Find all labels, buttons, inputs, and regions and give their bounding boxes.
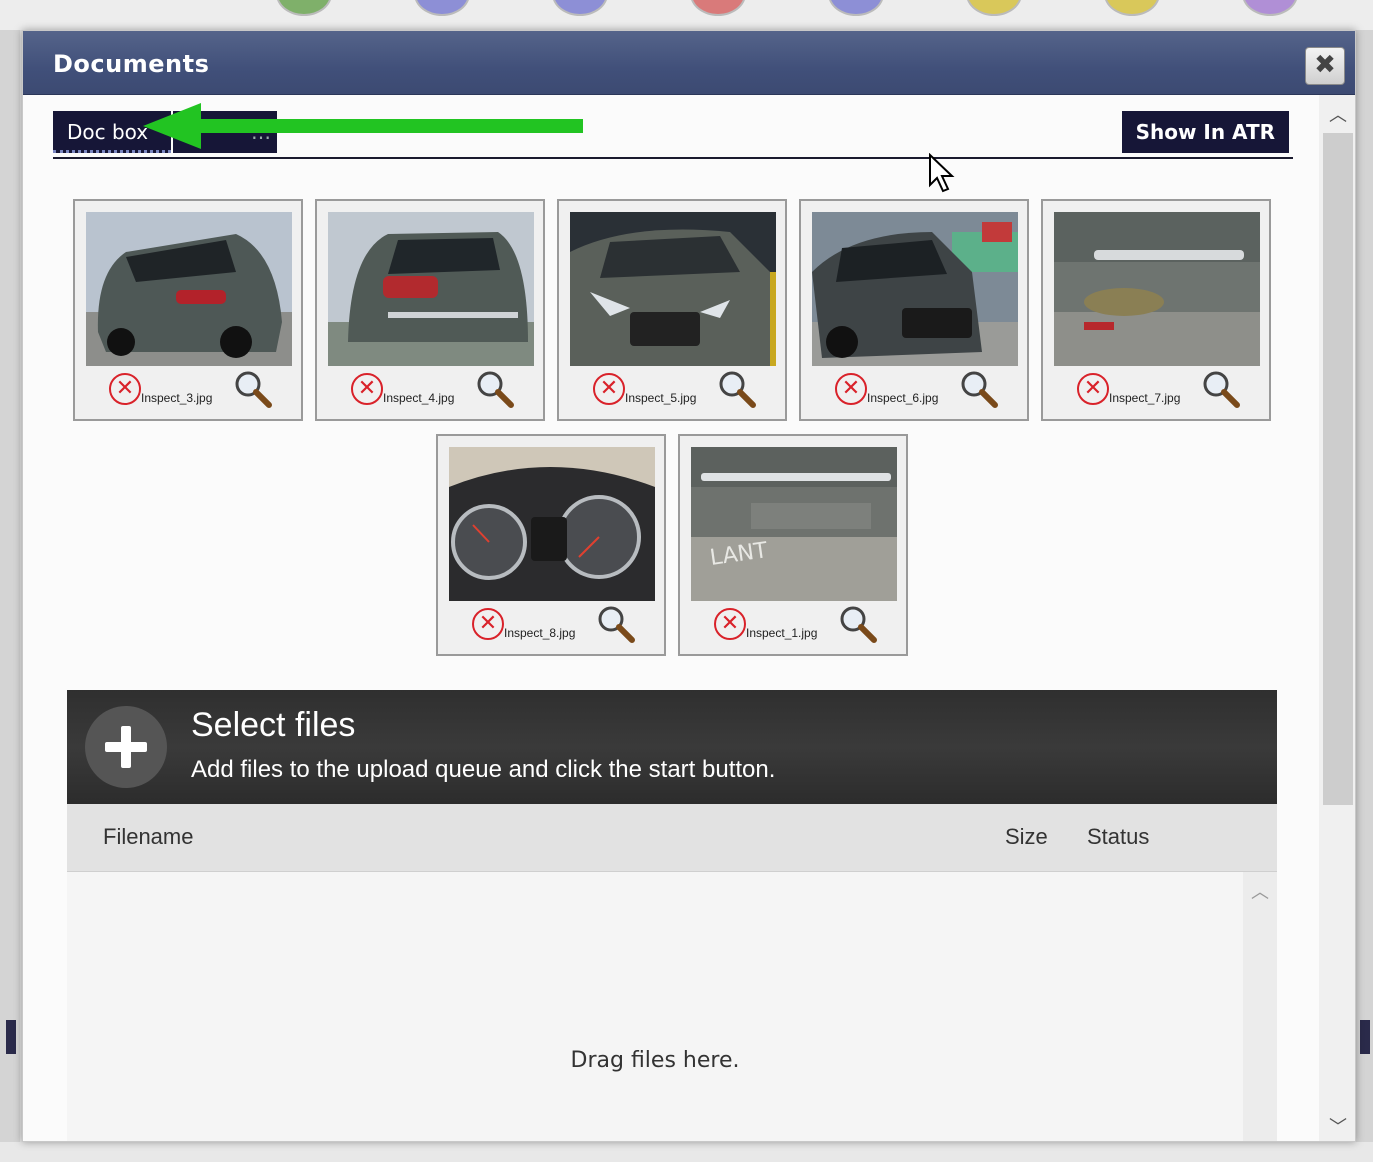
magnifier-icon[interactable] [959,369,999,409]
uploader-title: Select files [191,706,356,744]
delete-icon[interactable]: ✕ [593,373,625,405]
mouse-cursor-icon [929,153,955,193]
background-nav-icon [690,0,746,16]
thumbnail-photo[interactable] [812,212,1018,366]
scrollbar-thumb[interactable] [1323,133,1353,805]
thumbnail-filename: Inspect_6.jpg [867,391,939,405]
thumbnail-card[interactable]: ✕ Inspect_8.jpg [436,434,666,656]
column-status: Status [1087,824,1150,849]
scroll-down-icon[interactable]: ﹀ [1319,1113,1355,1139]
thumbnail-footer: ✕ Inspect_6.jpg [801,369,1027,419]
upload-drop-zone[interactable]: Drag files here. ︿ [67,872,1277,1141]
thumbnail-card[interactable]: ✕ Inspect_3.jpg [73,199,303,421]
magnifier-icon[interactable] [596,604,636,644]
magnifier-icon[interactable] [233,369,273,409]
delete-icon[interactable]: ✕ [109,373,141,405]
scroll-up-icon[interactable]: ︿ [1319,101,1355,127]
thumbnail-filename: Inspect_5.jpg [625,391,697,405]
background-nav-icon [414,0,470,16]
background-nav-icon [1104,0,1160,16]
background-nav-icon [552,0,608,16]
thumbnail-card[interactable]: ✕ Inspect_7.jpg [1041,199,1271,421]
close-icon: ✖ [1314,50,1336,80]
thumbnail-footer: ✕ Inspect_8.jpg [438,604,664,654]
thumbnail-photo[interactable] [449,447,655,601]
background-page-header [0,0,1373,30]
column-size: Size [1005,824,1048,849]
column-filename: Filename [103,824,194,849]
dialog-titlebar[interactable]: Documents ✖ [23,31,1355,95]
magnifier-icon[interactable] [1201,369,1241,409]
thumbnail-filename: Inspect_8.jpg [504,626,576,640]
show-in-atr-button[interactable]: Show In ATR [1121,111,1289,153]
background-side-marker [1360,1020,1370,1054]
thumbnail-footer: ✕ Inspect_5.jpg [559,369,785,419]
annotation-arrow-icon [143,103,583,149]
thumbnail-footer: ✕ Inspect_7.jpg [1043,369,1269,419]
thumbnail-photo[interactable]: LANT [691,447,897,601]
thumbnail-grid: ✕ Inspect_3.jpg ✕ Inspect_4.jpg ✕ Inspec… [73,199,1273,659]
delete-icon[interactable]: ✕ [1077,373,1109,405]
thumbnail-footer: ✕ Inspect_3.jpg [75,369,301,419]
add-files-plus-icon[interactable] [85,706,167,788]
file-list-scrollbar[interactable]: ︿ [1243,872,1277,1141]
dialog-scrollbar[interactable]: ︿ ﹀ [1319,95,1355,1141]
file-uploader: Select files Add files to the upload que… [67,690,1277,1141]
dialog-content: Doc box …t Show In ATR [23,95,1319,1141]
close-button[interactable]: ✖ [1305,47,1345,85]
background-nav-icon [1242,0,1298,16]
background-page-left [0,30,20,1162]
uploader-subtitle: Add files to the upload queue and click … [191,756,776,783]
thumbnail-card[interactable]: ✕ Inspect_4.jpg [315,199,545,421]
background-page-right [1355,30,1373,1162]
delete-icon[interactable]: ✕ [351,373,383,405]
documents-dialog: Documents ✖ Doc box …t Show In ATR [22,30,1356,1142]
magnifier-icon[interactable] [475,369,515,409]
uploader-header: Select files Add files to the upload que… [67,690,1277,804]
magnifier-icon[interactable] [717,369,757,409]
scroll-up-icon[interactable]: ︿ [1243,878,1277,904]
thumbnail-footer: ✕ Inspect_1.jpg [680,604,906,654]
thumbnail-filename: Inspect_4.jpg [383,391,455,405]
delete-icon[interactable]: ✕ [835,373,867,405]
drop-zone-text: Drag files here. [570,1048,740,1073]
uploader-column-header: Filename Size Status [67,804,1277,872]
thumbnail-filename: Inspect_1.jpg [746,626,818,640]
delete-icon[interactable]: ✕ [714,608,746,640]
thumbnail-footer: ✕ Inspect_4.jpg [317,369,543,419]
thumbnail-card[interactable]: ✕ Inspect_6.jpg [799,199,1029,421]
background-side-marker [6,1020,16,1054]
thumbnail-card[interactable]: LANT ✕ Inspect_1.jpg [678,434,908,656]
thumbnail-filename: Inspect_7.jpg [1109,391,1181,405]
background-nav-icon [276,0,332,16]
background-nav-icon [828,0,884,16]
delete-icon[interactable]: ✕ [472,608,504,640]
background-page-footer [0,1142,1373,1162]
thumbnail-photo[interactable] [86,212,292,366]
dialog-title: Documents [53,50,210,78]
thumbnail-photo[interactable] [1054,212,1260,366]
thumbnail-photo[interactable] [570,212,776,366]
background-nav-icon [966,0,1022,16]
magnifier-icon[interactable] [838,604,878,644]
thumbnail-card[interactable]: ✕ Inspect_5.jpg [557,199,787,421]
thumbnail-filename: Inspect_3.jpg [141,391,213,405]
thumbnail-photo[interactable] [328,212,534,366]
